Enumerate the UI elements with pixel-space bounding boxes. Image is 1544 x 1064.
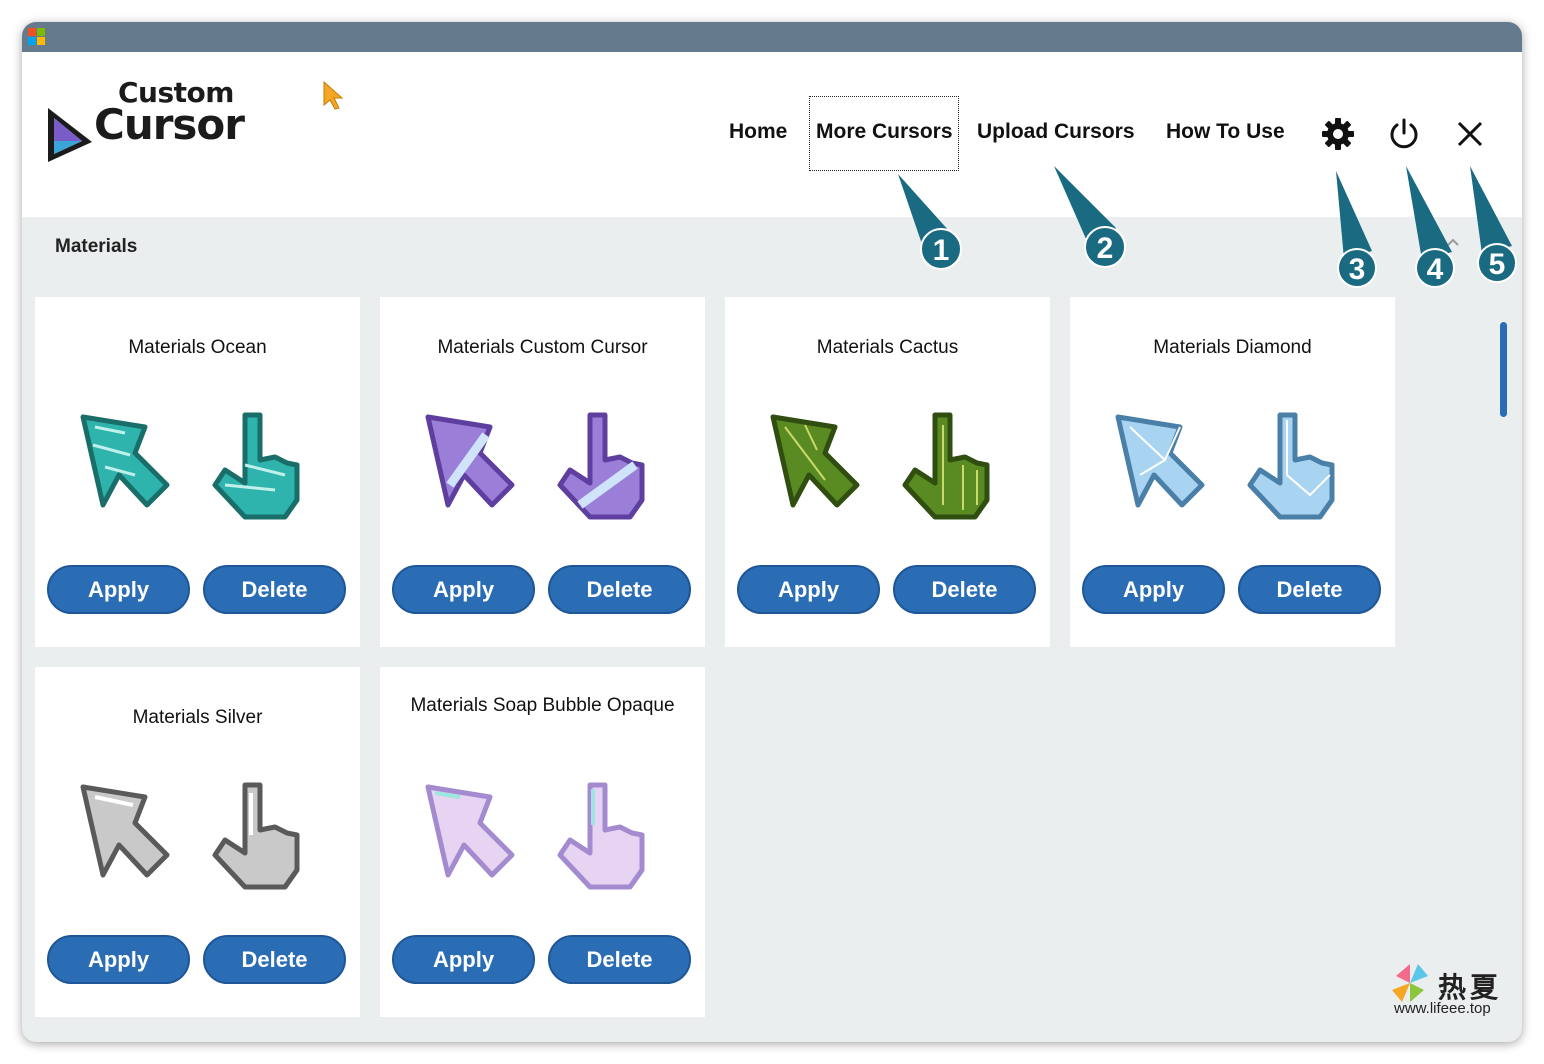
svg-text:2: 2 bbox=[1097, 232, 1114, 265]
scrollbar-thumb[interactable] bbox=[1500, 322, 1507, 417]
delete-button[interactable]: Delete bbox=[548, 565, 691, 614]
logo-text-cursor: Cursor bbox=[94, 100, 245, 149]
callout-3: 3 bbox=[1336, 171, 1377, 288]
soap-bubble-cursor-preview-icon bbox=[425, 782, 645, 890]
cursor-card-custom-cursor: Materials Custom Cursor Apply Delete bbox=[380, 297, 705, 647]
apply-button[interactable]: Apply bbox=[47, 565, 190, 614]
callout-4: 4 bbox=[1406, 166, 1455, 288]
title-bar[interactable] bbox=[22, 22, 1522, 52]
windows-logo-icon bbox=[28, 28, 45, 45]
apply-button[interactable]: Apply bbox=[392, 935, 535, 984]
apply-button[interactable]: Apply bbox=[737, 565, 880, 614]
cursor-card-soap-bubble: Materials Soap Bubble Opaque Apply Delet… bbox=[380, 667, 705, 1017]
card-title: Materials Cactus bbox=[816, 337, 959, 358]
delete-button[interactable]: Delete bbox=[203, 565, 346, 614]
silver-cursor-preview-icon bbox=[80, 782, 300, 890]
diamond-cursor-preview-icon bbox=[1115, 412, 1335, 520]
svg-text:1: 1 bbox=[933, 234, 950, 267]
app-window: Custom Cursor Home More Cursors Upload C… bbox=[22, 22, 1522, 1042]
delete-button[interactable]: Delete bbox=[1238, 565, 1381, 614]
ocean-cursor-preview-icon bbox=[80, 412, 300, 520]
section-title: Materials bbox=[55, 236, 138, 257]
card-title: Materials Custom Cursor bbox=[437, 337, 648, 358]
power-icon[interactable] bbox=[1386, 116, 1422, 152]
apply-button[interactable]: Apply bbox=[47, 935, 190, 984]
apply-button[interactable]: Apply bbox=[1082, 565, 1225, 614]
callout-1: 1 bbox=[898, 174, 962, 270]
close-icon[interactable] bbox=[1452, 116, 1488, 152]
cactus-cursor-preview-icon bbox=[770, 412, 990, 520]
nav-more-cursors[interactable]: More Cursors bbox=[816, 120, 953, 144]
callout-2: 2 bbox=[1054, 166, 1126, 268]
cursor-card-silver: Materials Silver Apply Delete bbox=[35, 667, 360, 1017]
svg-text:3: 3 bbox=[1349, 253, 1366, 286]
purple-cursor-preview-icon bbox=[425, 412, 645, 520]
nav-upload-cursors[interactable]: Upload Cursors bbox=[977, 120, 1135, 144]
delete-button[interactable]: Delete bbox=[548, 935, 691, 984]
card-title: Materials Soap Bubble Opaque bbox=[410, 695, 675, 716]
gear-icon[interactable] bbox=[1320, 116, 1356, 152]
cursor-card-diamond: Materials Diamond Apply Delete bbox=[1070, 297, 1395, 647]
svg-text:4: 4 bbox=[1427, 253, 1444, 286]
nav-home[interactable]: Home bbox=[729, 120, 787, 144]
mouse-pointer-icon bbox=[323, 80, 344, 110]
card-title: Materials Diamond bbox=[1153, 337, 1312, 358]
delete-button[interactable]: Delete bbox=[893, 565, 1036, 614]
pinwheel-logo-icon bbox=[1392, 964, 1428, 1002]
logo-arrow-icon bbox=[48, 108, 92, 162]
card-title: Materials Silver bbox=[132, 707, 263, 728]
cursor-card-ocean: Materials Ocean Apply Delete bbox=[35, 297, 360, 647]
apply-button[interactable]: Apply bbox=[392, 565, 535, 614]
callout-5: 5 bbox=[1470, 166, 1517, 283]
delete-button[interactable]: Delete bbox=[203, 935, 346, 984]
cursor-card-cactus: Materials Cactus Apply Delete bbox=[725, 297, 1050, 647]
card-title: Materials Ocean bbox=[128, 337, 267, 358]
watermark-url-text: www.lifeee.top bbox=[1394, 1000, 1491, 1017]
nav-how-to-use[interactable]: How To Use bbox=[1166, 120, 1285, 144]
svg-text:5: 5 bbox=[1489, 248, 1506, 281]
